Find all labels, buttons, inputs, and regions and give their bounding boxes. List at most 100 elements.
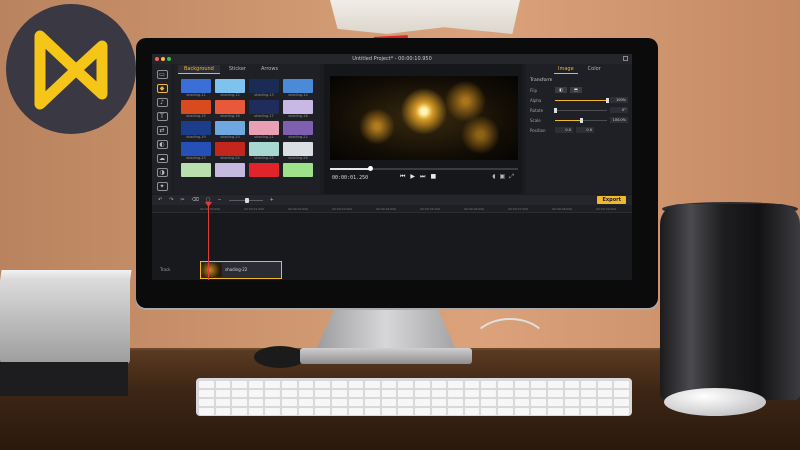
snapshot-icon[interactable]: ▣ <box>500 173 506 181</box>
thumbnail-label: shading-12 <box>220 93 240 97</box>
filters-icon[interactable]: ◐ <box>156 140 168 149</box>
background-thumbnail[interactable]: shading-18 <box>283 100 313 119</box>
background-thumbnail[interactable] <box>283 163 313 182</box>
play-button[interactable]: ▶ <box>410 173 415 181</box>
export-button[interactable]: Export <box>597 196 626 204</box>
keyboard-key <box>282 390 297 397</box>
background-thumbnail[interactable]: shading-26 <box>283 142 313 161</box>
background-thumbnail[interactable] <box>181 163 211 182</box>
background-thumbnail[interactable]: shading-19 <box>181 121 211 140</box>
background-thumbnail[interactable] <box>249 163 279 182</box>
rotate-value[interactable]: 0° <box>610 107 628 113</box>
transitions-icon[interactable]: ⇄ <box>156 126 168 135</box>
flip-vertical-button[interactable]: ⬒ <box>570 87 582 93</box>
close-window-button[interactable] <box>155 57 159 61</box>
scale-value[interactable]: 100.0% <box>610 117 628 123</box>
timeline-zoom-slider[interactable] <box>228 197 263 203</box>
keyboard-key <box>282 399 297 406</box>
keyboard-key <box>199 408 214 415</box>
background-thumbnail[interactable]: shading-12 <box>215 79 245 98</box>
position-y-value[interactable]: 0.0 <box>576 127 594 133</box>
keyboard-key <box>248 381 264 388</box>
fullscreen-icon[interactable] <box>623 56 628 61</box>
timeline-ruler[interactable]: 00:00:00.000 00:00:01.000 00:00:02.000 00:0… <box>152 205 632 213</box>
alpha-slider[interactable] <box>555 97 609 103</box>
background-thumbnail[interactable]: shading-13 <box>249 79 279 98</box>
tab-arrows[interactable]: Arrows <box>255 65 284 74</box>
volume-icon[interactable]: ◖ <box>492 173 495 181</box>
previous-frame-button[interactable]: ⏮ <box>400 173 405 181</box>
thumbnail-image <box>283 79 313 93</box>
delete-icon[interactable]: ⌫ <box>192 197 199 203</box>
keyboard-key <box>331 408 347 415</box>
background-thumbnail[interactable]: shading-17 <box>249 100 279 119</box>
position-label: Position <box>530 127 546 133</box>
expand-icon[interactable]: ⤢ <box>509 173 514 181</box>
thumbnail-label: shading-21 <box>254 135 274 139</box>
tab-background[interactable]: Background <box>178 65 220 74</box>
next-frame-button[interactable]: ⏭ <box>420 173 425 181</box>
keyboard-key <box>232 381 247 388</box>
keyboard-key <box>265 399 281 406</box>
redo-icon[interactable]: ↷ <box>169 197 173 203</box>
background-thumbnail[interactable] <box>215 163 245 182</box>
scrub-bar[interactable] <box>330 166 518 171</box>
background-thumbnail[interactable]: shading-24 <box>215 142 245 161</box>
thumbnail-label: shading-25 <box>254 156 274 160</box>
keyboard-key <box>315 399 330 406</box>
background-thumbnail[interactable]: shading-21 <box>249 121 279 140</box>
stop-button[interactable]: ■ <box>430 173 436 181</box>
elements-icon[interactable]: ☁ <box>156 154 168 163</box>
zoom-out-icon[interactable]: − <box>217 197 221 203</box>
background-thumbnail[interactable]: shading-11 <box>181 79 211 98</box>
title-bar: Untitled Project* - 00:00:10.950 <box>152 54 632 64</box>
playhead[interactable] <box>208 203 209 280</box>
keyboard-key <box>215 390 231 397</box>
keyboard-key <box>614 381 629 388</box>
flip-horizontal-button[interactable]: ◧ <box>555 87 567 93</box>
background-thumbnail[interactable]: shading-22 <box>283 121 313 140</box>
tab-sticker[interactable]: Sticker <box>223 65 252 74</box>
rotate-slider[interactable] <box>554 107 607 113</box>
audio-icon[interactable]: ♪ <box>156 98 168 107</box>
media-icon[interactable]: ▭ <box>156 70 168 79</box>
split-icon[interactable]: ✂ <box>180 197 184 203</box>
scale-slider[interactable] <box>555 117 607 123</box>
thumbnail-image <box>215 100 245 114</box>
position-x-value[interactable]: 0.0 <box>555 127 573 133</box>
text-icon[interactable]: T <box>156 112 168 121</box>
zoom-window-button[interactable] <box>167 57 171 61</box>
keyboard-key <box>348 390 364 397</box>
thumbnail-label: shading-14 <box>288 93 308 97</box>
timeline-clip[interactable]: shading-22 <box>200 261 282 279</box>
zoom-in-icon[interactable]: + <box>270 197 274 203</box>
effects-icon[interactable]: ✦ <box>156 182 168 191</box>
timeline-toolbar: ↶ ↷ ✂ ⌫ ▢ − + Export <box>152 195 632 205</box>
ruler-tick: 00:00:00.000 <box>200 207 221 211</box>
keyboard-key <box>298 390 314 397</box>
background-thumbnail[interactable]: shading-15 <box>181 100 211 119</box>
thumbnail-image <box>249 121 279 135</box>
alpha-value[interactable]: 100% <box>610 97 628 103</box>
keyboard-key <box>448 399 463 406</box>
background-thumbnail[interactable]: shading-14 <box>283 79 313 98</box>
background-thumbnail[interactable]: shading-25 <box>249 142 279 161</box>
background-icon[interactable]: ◆ <box>156 84 168 93</box>
undo-icon[interactable]: ↶ <box>158 197 162 203</box>
keyboard-key <box>597 381 613 388</box>
keyboard-key <box>331 381 347 388</box>
background-thumbnail[interactable]: shading-16 <box>215 100 245 119</box>
tab-image[interactable]: Image <box>554 65 578 74</box>
background-thumbnail[interactable]: shading-23 <box>181 142 211 161</box>
keyboard-key <box>547 381 563 388</box>
minimize-window-button[interactable] <box>161 57 165 61</box>
keyboard-key <box>415 381 430 388</box>
tab-color[interactable]: Color <box>584 65 605 74</box>
keyboard-key <box>331 399 347 406</box>
thumbnail-grid: shading-11 shading-12 shading-13 shading-14… <box>174 75 320 182</box>
overlays-icon[interactable]: ◑ <box>156 168 168 177</box>
keyboard-key <box>514 399 530 406</box>
preview-video <box>330 76 518 160</box>
scrub-handle[interactable] <box>368 166 373 171</box>
background-thumbnail[interactable]: shading-20 <box>215 121 245 140</box>
